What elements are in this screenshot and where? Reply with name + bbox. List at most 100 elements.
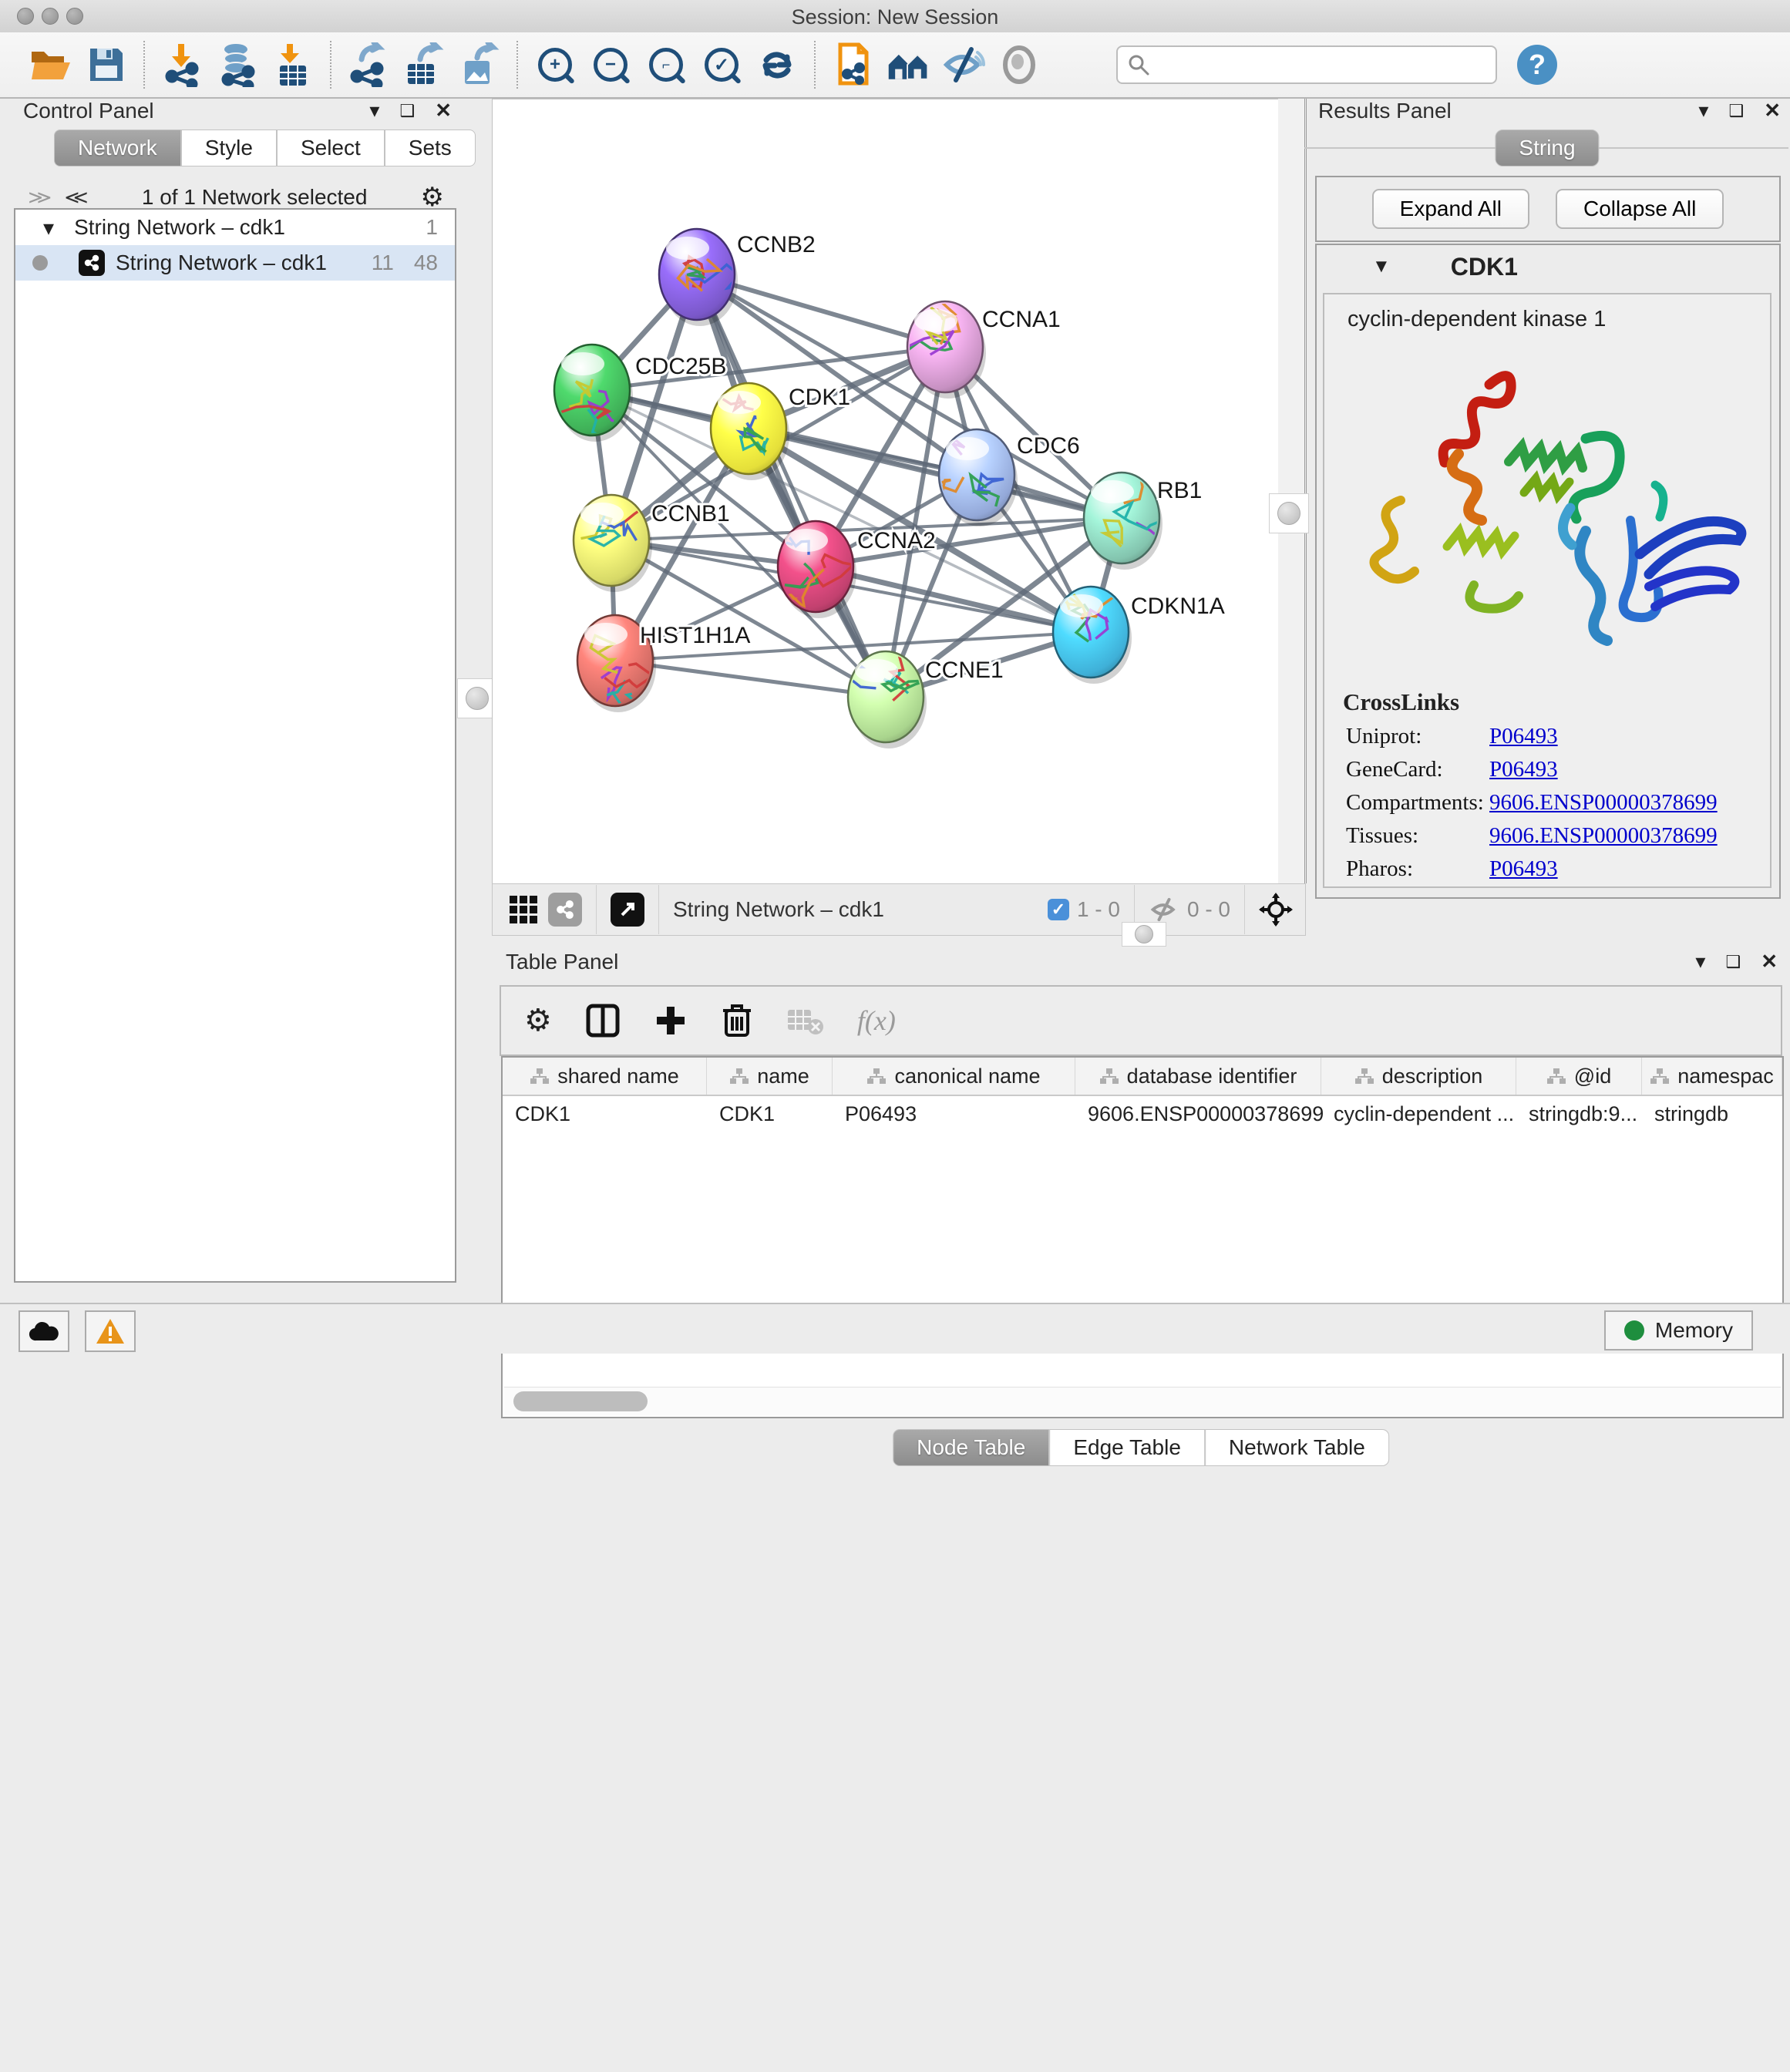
refresh-icon	[757, 45, 797, 85]
export-network-button[interactable]	[346, 42, 391, 88]
warnings-button[interactable]	[85, 1310, 136, 1352]
table-row[interactable]: CDK1CDK1P064939606.ENSP00000378699cyclin…	[503, 1096, 1782, 1132]
birds-eye-grid-icon[interactable]	[506, 893, 540, 927]
collection-collapse-icon[interactable]: ▾	[43, 215, 54, 240]
import-network-from-database-button[interactable]	[215, 42, 260, 88]
tab-sets[interactable]: Sets	[385, 130, 476, 166]
show-columns-icon[interactable]	[586, 1004, 620, 1038]
results-panel-menu-icon[interactable]: ▾	[1698, 99, 1708, 123]
gene-symbol: CDK1	[1451, 253, 1518, 281]
show-all-button[interactable]	[997, 42, 1041, 88]
node-label-CDKN1A: CDKN1A	[1131, 594, 1225, 619]
add-column-plus-icon[interactable]	[654, 1004, 688, 1038]
help-button[interactable]: ?	[1517, 45, 1557, 85]
network-selection-status: 1 of 1 Network selected	[89, 185, 421, 210]
zoom-in-button[interactable]: +	[533, 42, 577, 88]
network-canvas[interactable]: CCNB2CCNA1CDC25BCDK1CDC6RB1CCNB1CCNA2CDK…	[492, 99, 1280, 885]
crosslink-value-link[interactable]: 9606.ENSP00000378699	[1489, 823, 1718, 849]
save-session-button[interactable]	[84, 42, 129, 88]
import-table-from-file-button[interactable]	[271, 42, 315, 88]
bottom-status-bar: Memory	[0, 1303, 1790, 1354]
expand-all-networks-icon[interactable]: ≪	[64, 187, 88, 208]
column-header-label: canonical name	[894, 1065, 1040, 1088]
column-header-label: description	[1382, 1065, 1483, 1088]
column-header-description[interactable]: description	[1321, 1058, 1516, 1095]
zoom-out-button[interactable]: −	[588, 42, 633, 88]
column-header-canonical-name[interactable]: canonical name	[833, 1058, 1075, 1095]
delete-trash-icon[interactable]	[722, 1003, 752, 1038]
save-floppy-icon	[87, 45, 126, 84]
cloud-status-button[interactable]	[19, 1310, 69, 1352]
column-header--id[interactable]: @id	[1516, 1058, 1642, 1095]
crosslink-row: Tissues:9606.ENSP00000378699	[1346, 823, 1770, 849]
memory-button[interactable]: Memory	[1604, 1310, 1753, 1350]
scrollbar-thumb[interactable]	[513, 1391, 648, 1411]
results-panel-float-icon[interactable]: ❑	[1728, 101, 1744, 121]
tab-select[interactable]: Select	[277, 130, 385, 166]
hide-selected-button[interactable]	[941, 42, 986, 88]
zoom-fit-button[interactable]: ⌐	[644, 42, 688, 88]
collapse-all-button[interactable]: Collapse All	[1556, 189, 1724, 229]
tab-edge-table[interactable]: Edge Table	[1049, 1429, 1205, 1466]
table-cell: CDK1	[707, 1096, 833, 1132]
table-horizontal-scrollbar[interactable]	[504, 1387, 1781, 1415]
collapse-all-networks-icon[interactable]: ≫	[28, 187, 52, 208]
tab-string[interactable]: String	[1495, 130, 1599, 166]
tab-network-table[interactable]: Network Table	[1205, 1429, 1389, 1466]
table-cell: stringdb:9...	[1516, 1096, 1642, 1132]
tab-style[interactable]: Style	[181, 130, 277, 166]
node-CDC6[interactable]	[927, 429, 1018, 526]
selected-checkbox-icon[interactable]: ✓	[1048, 899, 1069, 920]
detach-view-icon[interactable]	[611, 893, 644, 927]
control-panel-menu-icon[interactable]: ▾	[369, 99, 379, 123]
control-panel-float-icon[interactable]: ❑	[399, 101, 415, 121]
crosslink-value-link[interactable]: P06493	[1489, 757, 1558, 782]
network-row[interactable]: String Network – cdk1 11 48	[15, 245, 455, 281]
node-RB1[interactable]	[1084, 445, 1168, 570]
tab-network[interactable]: Network	[54, 130, 181, 166]
node-CCNE1[interactable]	[843, 631, 927, 748]
node-CCNA1[interactable]	[890, 299, 986, 399]
node-label-CDC6: CDC6	[1017, 433, 1080, 459]
network-graph[interactable]: CCNB2CCNA1CDC25BCDK1CDC6RB1CCNB1CCNA2CDK…	[493, 99, 1279, 884]
memory-status-dot-icon	[1624, 1320, 1644, 1340]
network-overview-icon[interactable]	[548, 893, 582, 927]
column-header-shared-name[interactable]: shared name	[503, 1058, 707, 1095]
column-header-name[interactable]: name	[707, 1058, 833, 1095]
import-network-from-file-button[interactable]	[160, 42, 204, 88]
table-panel-menu-icon[interactable]: ▾	[1695, 950, 1705, 974]
first-neighbors-button[interactable]	[830, 42, 875, 88]
gene-collapse-icon[interactable]: ▼	[1372, 256, 1391, 278]
export-image-button[interactable]	[457, 42, 502, 88]
network-collection-row[interactable]: ▾ String Network – cdk1 1	[15, 210, 455, 245]
export-image-icon	[459, 42, 500, 87]
crosslink-value-link[interactable]: P06493	[1489, 724, 1558, 749]
control-panel-title: Control Panel	[23, 99, 154, 123]
node-CCNA2[interactable]	[774, 521, 856, 618]
refresh-view-button[interactable]	[755, 42, 799, 88]
table-panel-close-icon[interactable]: ✕	[1761, 950, 1778, 974]
tab-node-table[interactable]: Node Table	[893, 1429, 1049, 1466]
search-input[interactable]	[1150, 52, 1462, 78]
expand-all-button[interactable]: Expand All	[1372, 189, 1529, 229]
main-toolbar: + − ⌐ ✓	[0, 32, 1790, 99]
apply-preferred-layout-button[interactable]	[886, 42, 930, 88]
fit-content-crosshair-icon[interactable]	[1259, 893, 1293, 927]
crosslink-value-link[interactable]: 9606.ENSP00000378699	[1489, 790, 1718, 816]
table-options-gear-icon[interactable]: ⚙	[524, 1003, 552, 1038]
open-session-button[interactable]	[29, 42, 73, 88]
open-folder-icon	[29, 45, 73, 84]
crosslink-value-link[interactable]: P06493	[1489, 856, 1558, 882]
column-header-namespac[interactable]: namespac	[1642, 1058, 1782, 1095]
node-CCNB1[interactable]	[574, 493, 652, 592]
node-CDK1[interactable]	[710, 383, 789, 480]
control-panel-close-icon[interactable]: ✕	[435, 99, 452, 123]
results-panel-close-icon[interactable]: ✕	[1764, 99, 1781, 123]
node-CCNB2[interactable]	[659, 229, 743, 326]
export-table-button[interactable]	[402, 42, 446, 88]
hidden-eye-icon	[1149, 896, 1179, 923]
zoom-selected-button[interactable]: ✓	[699, 42, 744, 88]
right-splitter-handle[interactable]	[1269, 493, 1309, 533]
column-header-database-identifier[interactable]: database identifier	[1075, 1058, 1321, 1095]
table-panel-float-icon[interactable]: ❑	[1725, 952, 1741, 972]
